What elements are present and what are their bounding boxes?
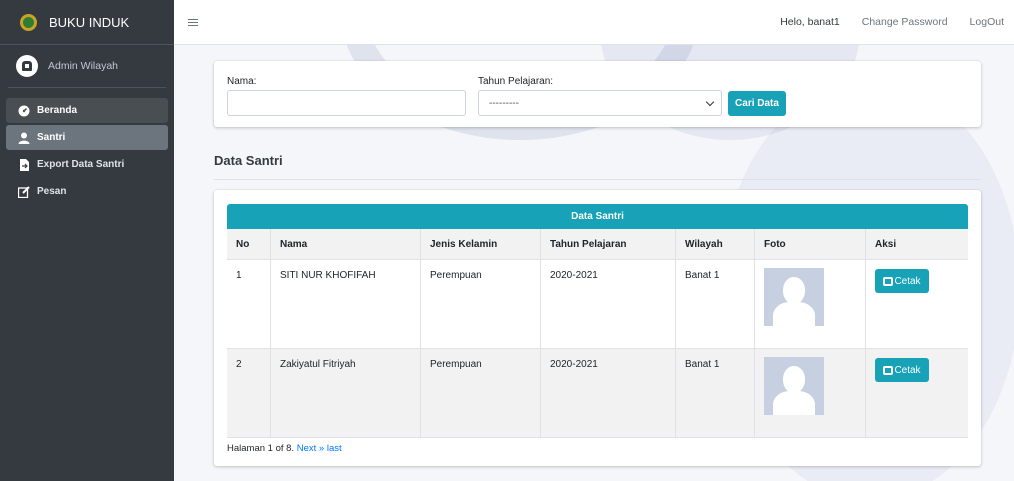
sidebar-item-beranda[interactable]: Beranda bbox=[6, 98, 168, 123]
print-icon bbox=[883, 276, 894, 286]
print-button[interactable]: Cetak bbox=[875, 269, 929, 293]
change-password-link[interactable]: Change Password bbox=[862, 16, 948, 28]
table-card: Data Santri No Nama Jenis Kelamin Tahun … bbox=[214, 190, 981, 466]
sidebar-item-pesan[interactable]: Pesan bbox=[6, 179, 168, 204]
column-header: Foto bbox=[755, 229, 866, 259]
cell-tahun-pelajaran: 2020-2021 bbox=[541, 349, 676, 437]
chevron-down-icon bbox=[705, 97, 715, 107]
greeting-text: Helo, banat1 bbox=[780, 16, 840, 28]
cell-jenis-kelamin: Perempuan bbox=[421, 260, 541, 348]
sidebar-item-label: Beranda bbox=[37, 105, 78, 116]
main-content: Nama: Tahun Pelajaran: --------- Cari Da… bbox=[174, 45, 1014, 481]
photo-placeholder-icon bbox=[764, 357, 824, 415]
brand-link[interactable]: BUKU INDUK bbox=[0, 0, 174, 45]
edit-icon bbox=[18, 185, 30, 198]
menu-toggle-icon[interactable] bbox=[188, 17, 198, 28]
column-header: Tahun Pelajaran bbox=[541, 229, 676, 259]
name-label: Nama: bbox=[227, 76, 257, 87]
print-button-label: Cetak bbox=[894, 275, 921, 287]
print-button[interactable]: Cetak bbox=[875, 358, 929, 382]
column-header: Jenis Kelamin bbox=[421, 229, 541, 259]
search-button[interactable]: Cari Data bbox=[728, 91, 786, 116]
name-input[interactable] bbox=[227, 90, 466, 116]
user-icon bbox=[18, 132, 30, 144]
cell-wilayah: Banat 1 bbox=[676, 260, 755, 348]
divider bbox=[214, 179, 981, 180]
sidebar-item-label: Pesan bbox=[37, 186, 67, 197]
sidebar-item-santri[interactable]: Santri bbox=[6, 125, 168, 150]
pagination-text: Halaman 1 of 8. bbox=[227, 443, 295, 454]
search-card: Nama: Tahun Pelajaran: --------- Cari Da… bbox=[214, 61, 981, 127]
cell-foto bbox=[755, 349, 866, 437]
column-header: No bbox=[227, 229, 271, 259]
navbar-right: Helo, banat1 Change Password LogOut bbox=[780, 16, 1014, 28]
table-row: 2 Zakiyatul Fitriyah Perempuan 2020-2021… bbox=[227, 349, 968, 438]
print-button-label: Cetak bbox=[894, 364, 921, 376]
user-panel: Admin Wilayah bbox=[8, 45, 166, 88]
column-header: Nama bbox=[271, 229, 421, 259]
pagination: Halaman 1 of 8. Next » last bbox=[227, 443, 342, 454]
logout-link[interactable]: LogOut bbox=[970, 16, 1004, 28]
cell-no: 2 bbox=[227, 349, 271, 437]
brand-title: BUKU INDUK bbox=[49, 14, 130, 30]
sidebar-nav: Beranda Santri Export Data Santri Pesan bbox=[0, 98, 174, 204]
cell-tahun-pelajaran: 2020-2021 bbox=[541, 260, 676, 348]
sidebar-item-export-data-santri[interactable]: Export Data Santri bbox=[6, 152, 168, 177]
top-navbar: Helo, banat1 Change Password LogOut bbox=[174, 0, 1014, 45]
user-name[interactable]: Admin Wilayah bbox=[48, 60, 118, 72]
brand-logo-icon bbox=[20, 13, 37, 31]
table-row: 1 SITI NUR KHOFIFAH Perempuan 2020-2021 … bbox=[227, 260, 968, 349]
next-page-link[interactable]: Next » bbox=[297, 443, 324, 454]
file-export-icon bbox=[18, 158, 30, 171]
cell-no: 1 bbox=[227, 260, 271, 348]
cell-wilayah: Banat 1 bbox=[676, 349, 755, 437]
dashboard-icon bbox=[18, 105, 30, 117]
cell-aksi: Cetak bbox=[866, 260, 968, 348]
column-header: Aksi bbox=[875, 239, 897, 250]
sidebar-item-label: Santri bbox=[37, 132, 66, 143]
user-avatar-icon bbox=[16, 55, 38, 77]
sidebar-item-label: Export Data Santri bbox=[37, 159, 125, 170]
year-select-value: --------- bbox=[489, 97, 519, 109]
column-header: Wilayah bbox=[676, 229, 755, 259]
table-header-row: No Nama Jenis Kelamin Tahun Pelajaran Wi… bbox=[227, 229, 968, 260]
section-title: Data Santri bbox=[214, 153, 283, 168]
year-select[interactable]: --------- bbox=[478, 90, 722, 116]
last-page-link[interactable]: last bbox=[327, 443, 342, 454]
year-label: Tahun Pelajaran: bbox=[478, 76, 554, 87]
table-caption: Data Santri bbox=[227, 204, 968, 229]
cell-jenis-kelamin: Perempuan bbox=[421, 349, 541, 437]
photo-placeholder-icon bbox=[764, 268, 824, 326]
cell-aksi: Cetak bbox=[866, 349, 968, 437]
cell-nama: SITI NUR KHOFIFAH bbox=[271, 260, 421, 348]
print-icon bbox=[883, 365, 894, 375]
cell-nama: Zakiyatul Fitriyah bbox=[271, 349, 421, 437]
sidebar: BUKU INDUK Admin Wilayah Beranda Santri … bbox=[0, 0, 174, 481]
cell-foto bbox=[755, 260, 866, 348]
